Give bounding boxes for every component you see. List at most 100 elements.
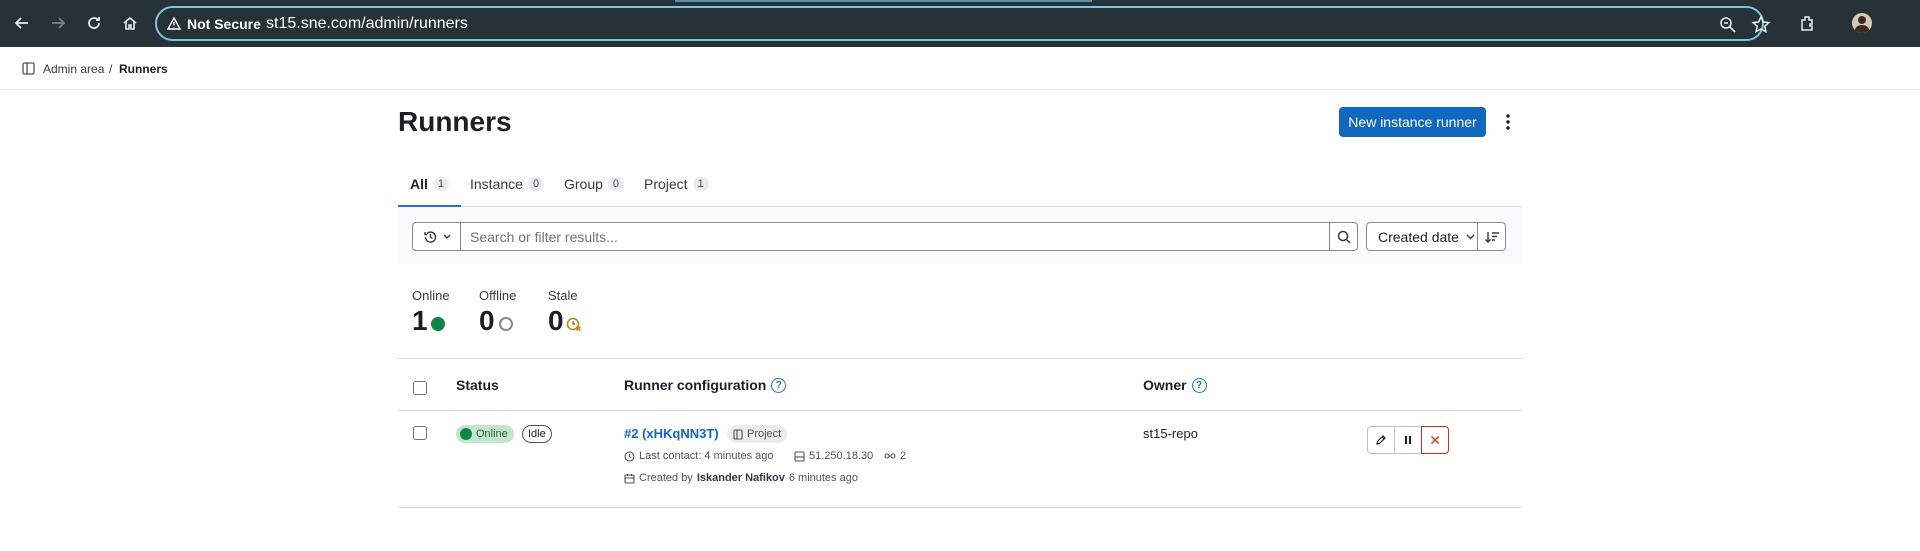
stat-number: 0 [479,305,495,336]
stat-stale: Stale 0 [548,288,582,337]
warning-icon [167,17,181,30]
sort-dropdown[interactable]: Created date [1366,222,1478,251]
calendar-icon [624,473,635,484]
url-text[interactable]: st15.sne.com/admin/runners [266,15,468,33]
ip-address: 51.250.18.30 [794,450,873,462]
ip-text: 51.250.18.30 [809,450,874,462]
tab-all[interactable]: All 1 [398,162,462,207]
tab-group[interactable]: Group 0 [564,162,625,206]
chevron-down-icon [1466,234,1475,239]
tab-label: Instance [470,176,523,192]
profile-avatar[interactable] [1851,12,1873,34]
browser-toolbar: Not Secure st15.sne.com/admin/runners [0,0,1920,47]
bookmark-star-icon[interactable] [1751,15,1771,35]
tab-count: 1 [432,176,450,191]
stat-value: 1 [412,305,450,337]
stat-label: Offline [479,288,517,303]
tab-instance[interactable]: Instance 0 [470,162,545,206]
last-contact: Last contact: 4 minutes ago [624,450,774,462]
back-icon[interactable] [11,12,33,34]
ip-icon [794,450,805,462]
close-icon [1431,436,1439,444]
runners-table-header: Status Runner configuration ? Owner ? [398,358,1522,411]
search-icon [1337,230,1351,244]
header-status: Status [456,377,499,393]
owner-link[interactable]: st15-repo [1143,426,1198,441]
tab-count: 0 [607,177,625,191]
page-title: Runners [398,106,512,137]
question-icon[interactable]: ? [771,377,787,393]
pause-runner-button[interactable] [1394,426,1422,454]
runner-type-tabs: All 1 Instance 0 Group 0 Project 1 [398,162,1522,207]
home-icon[interactable] [119,12,141,34]
header-owner: Owner ? [1143,377,1207,393]
sort-direction-button[interactable] [1478,222,1506,251]
tab-project[interactable]: Project 1 [644,162,709,206]
created-by-user[interactable]: Iskander Nafikov [697,472,785,484]
project-icon [733,428,743,440]
sidebar-toggle-icon[interactable] [22,62,35,75]
sort-lowest-icon [1484,231,1499,243]
row-actions [1367,426,1449,454]
extensions-icon[interactable] [1797,12,1819,34]
offline-circle-icon [498,317,513,331]
created-time: 6 minutes ago [788,472,858,484]
pencil-icon [1376,435,1386,445]
clock-icon [624,450,635,462]
stat-offline: Offline 0 [479,288,516,337]
delete-runner-button[interactable] [1421,426,1449,454]
header-runner-configuration: Runner configuration ? [624,377,787,393]
badge-label: Project [747,428,782,440]
status-badge-online: Online [456,425,514,443]
reload-icon[interactable] [83,12,105,34]
runner-type-badge: Project [727,425,788,443]
stat-online: Online 1 [412,288,450,337]
active-tab-indicator [675,0,1092,2]
last-contact-text: Last contact: 4 minutes ago [639,450,774,462]
job-count: 2 [884,450,906,462]
search-history-button[interactable] [412,222,461,251]
pipeline-icon [884,453,896,459]
created-prefix: Created by [639,472,693,484]
table-row: Online Idle #2 (xHKqNN3T) Project Last c… [398,411,1522,508]
header-label: Owner [1143,377,1187,393]
search-input[interactable]: Search or filter results... [461,222,1330,251]
chevron-down-icon [443,234,450,239]
pause-icon [1405,436,1411,444]
status-text: Online [476,428,508,440]
forward-icon[interactable] [47,12,69,34]
tab-count: 1 [692,177,709,191]
created-info: Created by Iskander Nafikov 6 minutes ag… [624,472,858,484]
breadcrumb-runners[interactable]: Runners [119,62,168,76]
tab-label: All [410,175,428,192]
tab-label: Group [564,176,603,192]
online-dot-icon [460,428,472,440]
new-instance-runner-button[interactable]: New instance runner [1339,107,1486,137]
edit-runner-button[interactable] [1367,426,1395,454]
stale-clock-icon [566,317,581,331]
stat-label: Stale [548,288,578,303]
stat-label: Online [412,288,450,303]
status-badge-idle: Idle [522,425,552,443]
tab-count: 0 [527,177,545,191]
tab-label: Project [644,176,688,192]
history-icon [423,230,436,243]
more-actions-icon[interactable] [1496,108,1520,136]
breadcrumb-admin-area[interactable]: Admin area [43,62,104,76]
stat-number: 1 [412,305,428,336]
online-dot-icon [430,317,445,331]
question-icon[interactable]: ? [1191,377,1207,393]
zoom-icon[interactable] [1718,15,1738,35]
job-count-text: 2 [900,450,907,462]
select-all-checkbox[interactable] [413,381,427,395]
filter-bar: Search or filter results... Created date [398,207,1522,264]
search-submit-button[interactable] [1330,222,1358,251]
breadcrumb: Admin area / Runners [0,48,1920,90]
runner-name-link[interactable]: #2 (xHKqNN3T) [624,426,719,441]
security-label[interactable]: Not Secure [187,16,261,32]
sort-label: Created date [1378,228,1459,245]
address-bar[interactable]: Not Secure st15.sne.com/admin/runners [155,6,1771,41]
stat-value: 0 [479,305,516,337]
stat-value: 0 [548,305,582,337]
row-checkbox[interactable] [413,426,427,440]
